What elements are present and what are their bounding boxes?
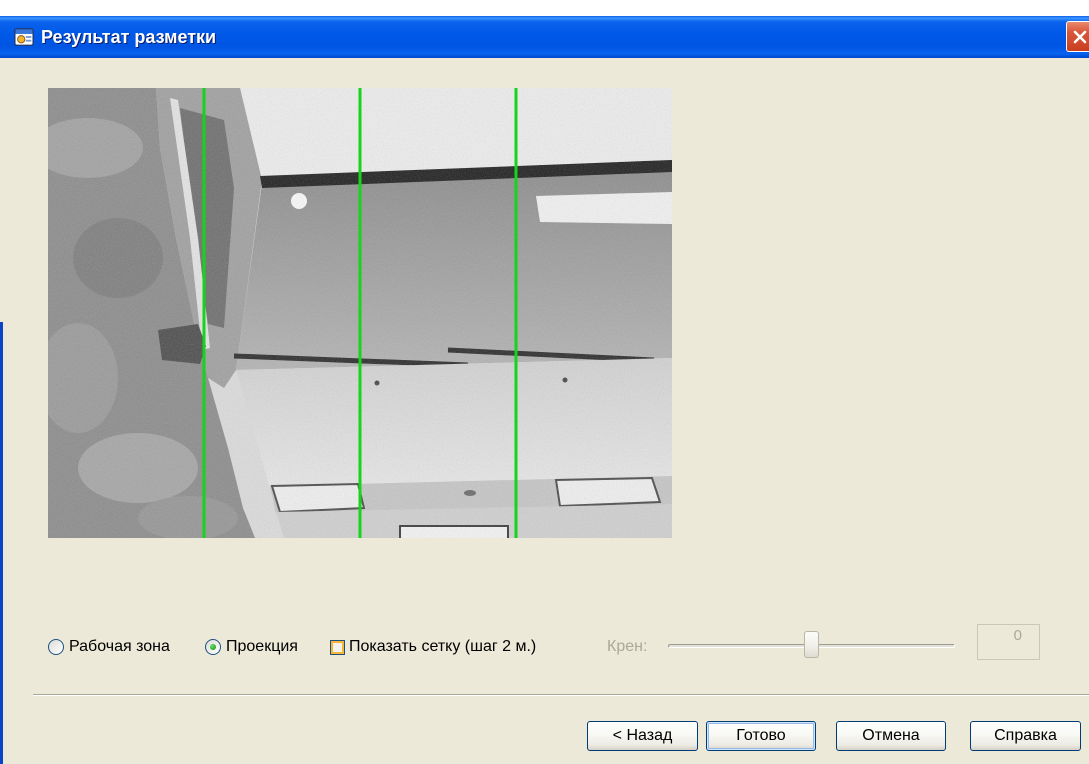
- work-zone-label: Рабочая зона: [69, 638, 170, 655]
- option-work-zone[interactable]: Рабочая зона: [48, 637, 170, 657]
- dialog-icon: [14, 28, 34, 46]
- title-bar[interactable]: Результат разметки: [0, 16, 1089, 58]
- option-show-grid[interactable]: Показать сетку (шаг 2 м.): [330, 637, 536, 657]
- camera-frame: [48, 88, 672, 538]
- option-projection[interactable]: Проекция: [205, 637, 298, 657]
- back-button[interactable]: < Назад: [587, 721, 698, 751]
- roll-label: Крен:: [607, 638, 648, 655]
- show-grid-label: Показать сетку (шаг 2 м.): [349, 638, 537, 655]
- radio-work-zone[interactable]: [48, 639, 64, 655]
- cancel-button[interactable]: Отмена: [836, 721, 946, 751]
- close-button[interactable]: [1066, 21, 1089, 52]
- close-icon: [1073, 30, 1087, 43]
- show-grid-checkbox[interactable]: [330, 639, 345, 655]
- window-left-frame: [0, 322, 3, 764]
- separator: [33, 694, 1089, 696]
- projection-label: Проекция: [226, 638, 298, 655]
- roll-slider-thumb[interactable]: [804, 631, 819, 658]
- done-button[interactable]: Готово: [706, 721, 816, 751]
- window-title: Результат разметки: [41, 27, 217, 47]
- roll-value-field[interactable]: [977, 624, 1040, 660]
- top-strip: [0, 0, 1089, 16]
- help-button[interactable]: Справка: [970, 721, 1081, 751]
- radio-projection[interactable]: [205, 639, 221, 655]
